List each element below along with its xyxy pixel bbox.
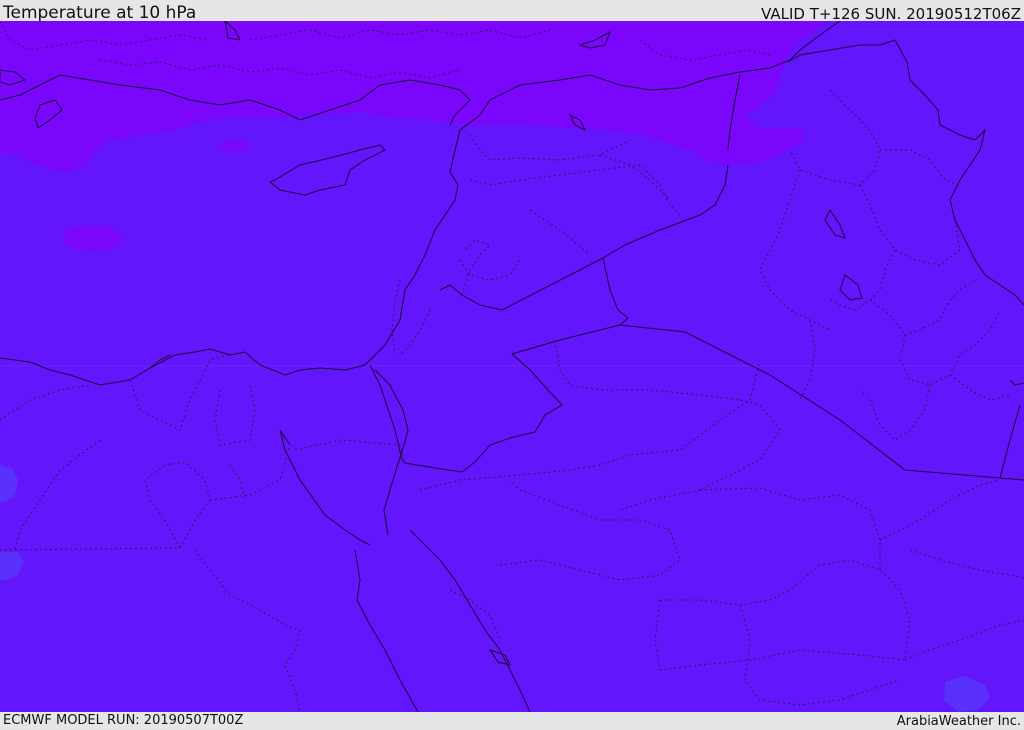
map-title: Temperature at 10 hPa (3, 3, 197, 23)
model-run-label: ECMWF MODEL RUN: 20190507T00Z (3, 713, 244, 728)
credit-label: ArabiaWeather Inc. (896, 714, 1021, 729)
weather-map (0, 21, 1024, 712)
bottom-bar: ECMWF MODEL RUN: 20190507T00Z ArabiaWeat… (0, 712, 1024, 729)
cold-patch-small (220, 140, 250, 152)
top-bar: Temperature at 10 hPa VALID T+126 SUN. 2… (0, 0, 1024, 23)
cold-patch-west (63, 225, 123, 251)
